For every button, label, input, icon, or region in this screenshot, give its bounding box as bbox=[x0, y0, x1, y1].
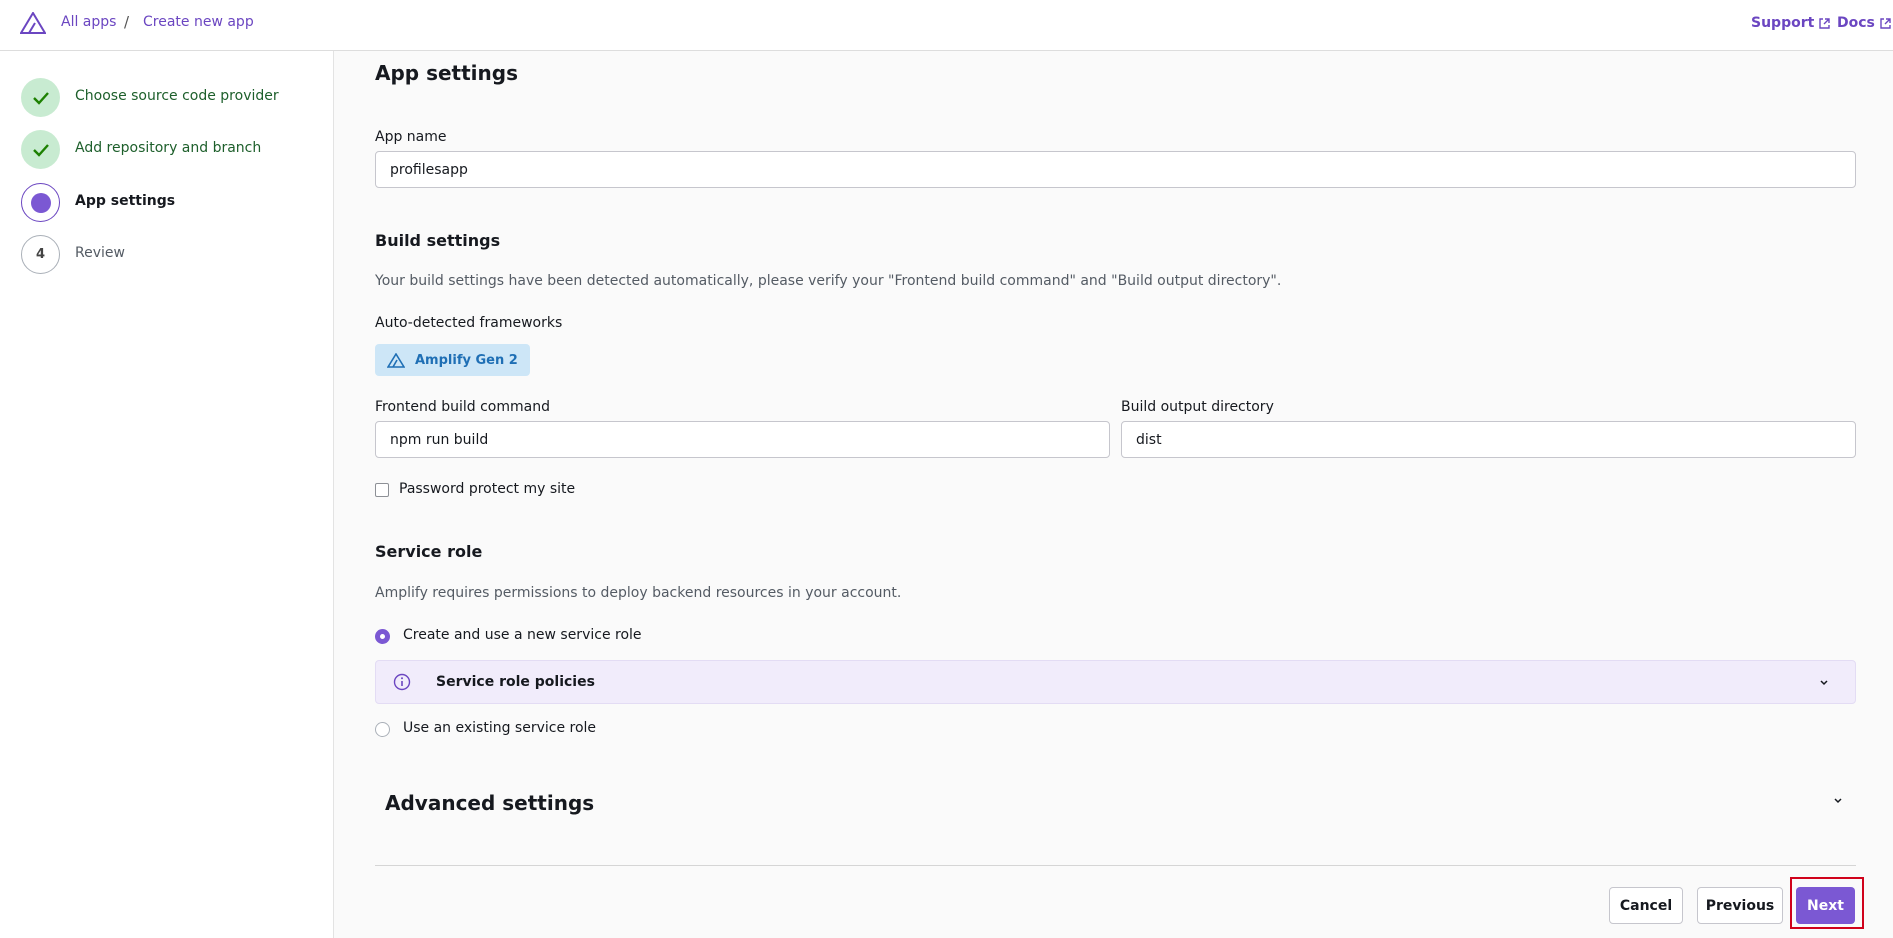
app-name-input[interactable]: profilesapp bbox=[375, 151, 1856, 188]
info-icon bbox=[393, 673, 411, 691]
page-title: App settings bbox=[375, 61, 518, 85]
frameworks-label: Auto-detected frameworks bbox=[375, 315, 563, 331]
step-3-label: App settings bbox=[75, 193, 176, 209]
step-4-number: 4 bbox=[21, 235, 60, 274]
existing-service-role-label[interactable]: Use an existing service role bbox=[403, 720, 596, 736]
external-link-icon bbox=[1819, 17, 1831, 29]
frontend-build-command-input[interactable]: npm run build bbox=[375, 421, 1110, 458]
service-role-policies-title: Service role policies bbox=[436, 674, 595, 690]
new-service-role-label[interactable]: Create and use a new service role bbox=[403, 627, 642, 643]
step-4-label: Review bbox=[75, 245, 125, 261]
build-output-directory-label: Build output directory bbox=[1121, 399, 1274, 415]
docs-link-label: Docs bbox=[1837, 15, 1875, 31]
checkmark-icon bbox=[32, 143, 49, 157]
breadcrumb-separator: / bbox=[124, 13, 130, 31]
step-2-label[interactable]: Add repository and branch bbox=[75, 140, 261, 156]
advanced-settings-heading[interactable]: Advanced settings bbox=[385, 791, 594, 815]
password-protect-label[interactable]: Password protect my site bbox=[399, 481, 575, 497]
support-link-label: Support bbox=[1751, 15, 1815, 31]
service-role-policies-expander[interactable]: Service role policies bbox=[375, 660, 1856, 704]
step-1-status bbox=[21, 78, 60, 117]
footer-divider bbox=[375, 865, 1856, 866]
password-protect-checkbox[interactable] bbox=[375, 483, 389, 497]
chevron-down-icon bbox=[1820, 680, 1828, 686]
step-3-status bbox=[21, 183, 60, 222]
docs-link[interactable]: Docs bbox=[1837, 15, 1892, 31]
app-name-label: App name bbox=[375, 129, 447, 145]
amplify-framework-icon bbox=[387, 352, 405, 368]
build-output-directory-input[interactable]: dist bbox=[1121, 421, 1856, 458]
build-settings-heading: Build settings bbox=[375, 231, 501, 250]
framework-name: Amplify Gen 2 bbox=[415, 352, 518, 368]
amplify-logo-icon[interactable] bbox=[20, 12, 46, 34]
current-step-dot bbox=[30, 192, 51, 213]
external-link-icon bbox=[1880, 17, 1891, 29]
breadcrumb-all-apps[interactable]: All apps bbox=[61, 14, 116, 30]
breadcrumb-create-new-app[interactable]: Create new app bbox=[143, 14, 254, 30]
chevron-down-icon[interactable] bbox=[1832, 797, 1844, 805]
cancel-button[interactable]: Cancel bbox=[1609, 887, 1683, 924]
framework-badge: Amplify Gen 2 bbox=[375, 344, 530, 376]
previous-button[interactable]: Previous bbox=[1697, 887, 1783, 924]
step-2-status bbox=[21, 130, 60, 169]
existing-service-role-radio[interactable] bbox=[375, 722, 390, 737]
support-link[interactable]: Support bbox=[1751, 15, 1831, 31]
service-role-description: Amplify requires permissions to deploy b… bbox=[375, 585, 902, 601]
new-service-role-radio[interactable] bbox=[375, 629, 390, 644]
frontend-build-command-label: Frontend build command bbox=[375, 399, 550, 415]
wizard-steps-sidebar: Choose source code provider Add reposito… bbox=[0, 51, 334, 938]
checkmark-icon bbox=[32, 91, 49, 105]
service-role-heading: Service role bbox=[375, 542, 483, 561]
step-1-label[interactable]: Choose source code provider bbox=[75, 88, 279, 104]
build-settings-description: Your build settings have been detected a… bbox=[375, 273, 1282, 289]
next-button-highlight bbox=[1790, 877, 1864, 929]
top-bar: All apps / Create new app Support Docs bbox=[0, 0, 1893, 51]
